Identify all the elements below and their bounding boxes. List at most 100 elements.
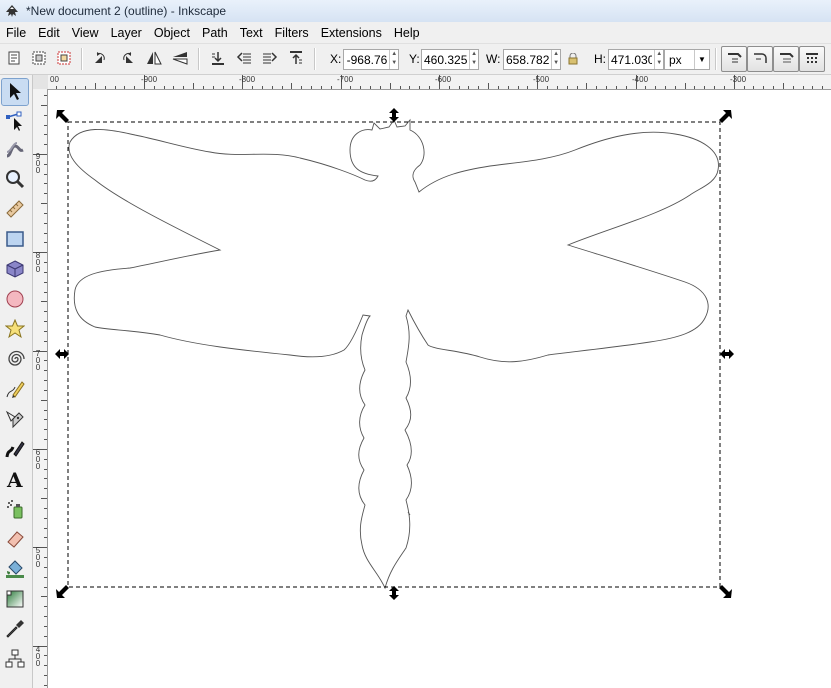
scale-rounded-corners-icon <box>752 51 768 68</box>
pencil-tool-icon <box>5 379 25 402</box>
3d-box-tool-icon <box>5 259 25 282</box>
move-gradients-toggle[interactable] <box>773 46 799 72</box>
handle-left <box>55 349 69 359</box>
w-input[interactable] <box>504 51 552 68</box>
dropper-tool[interactable] <box>2 617 28 643</box>
hruler-label-0: 00 <box>50 75 59 84</box>
x-spinbox[interactable]: ▲▼ <box>343 49 399 70</box>
select-all-button[interactable] <box>3 48 25 70</box>
spiral-tool[interactable] <box>2 347 28 373</box>
toolbox: A <box>0 75 33 688</box>
menu-layer[interactable]: Layer <box>105 26 148 40</box>
vertical-ruler[interactable]: 900 800 700 600 500 400 <box>33 89 48 688</box>
menu-help[interactable]: Help <box>388 26 426 40</box>
rectangle-tool-icon <box>5 229 25 252</box>
menu-text[interactable]: Text <box>234 26 269 40</box>
eraser-tool[interactable] <box>2 527 28 553</box>
title-bar: *New document 2 (outline) - Inkscape <box>0 0 831 23</box>
pen-tool[interactable] <box>2 407 28 433</box>
unit-value: px <box>669 52 682 67</box>
menu-object[interactable]: Object <box>148 26 196 40</box>
ellipse-tool-icon <box>5 289 25 312</box>
menu-file[interactable]: File <box>0 26 32 40</box>
y-label: Y: <box>409 52 420 66</box>
y-spinbox[interactable]: ▲▼ <box>421 49 479 70</box>
gradient-tool[interactable] <box>2 587 28 613</box>
horizontal-ruler[interactable]: 00 -900 -800 -700 -600 -500 -400 -300 <box>48 75 831 90</box>
vruler-label-5: 400 <box>35 645 41 668</box>
menu-view[interactable]: View <box>66 26 105 40</box>
measure-tool-icon <box>5 199 25 222</box>
rotate-cw-icon <box>118 50 136 69</box>
3d-box-tool[interactable] <box>2 257 28 283</box>
y-input[interactable] <box>422 51 470 68</box>
node-tool[interactable] <box>2 109 28 135</box>
x-spin-arrows[interactable]: ▲ ▼ <box>389 50 398 69</box>
rotate-ccw-button[interactable] <box>90 48 112 70</box>
w-spin-arrows[interactable]: ▲ ▼ <box>551 50 560 69</box>
node-tool-icon <box>5 111 25 134</box>
rotate-cw-button[interactable] <box>116 48 138 70</box>
svg-text:A: A <box>6 469 23 489</box>
vruler-label-1: 800 <box>35 251 41 274</box>
star-tool-icon <box>4 318 26 342</box>
ellipse-tool[interactable] <box>2 287 28 313</box>
scale-rounded-corners-toggle[interactable] <box>747 46 773 72</box>
dropper-tool-icon <box>5 619 25 642</box>
lower-to-bottom-button[interactable] <box>207 48 229 70</box>
canvas-svg <box>55 108 734 600</box>
zoom-tool[interactable] <box>2 167 28 193</box>
hruler-label-2: -800 <box>239 75 256 84</box>
h-spinbox[interactable]: ▲▼ <box>608 49 664 70</box>
y-spin-arrows[interactable]: ▲ ▼ <box>469 50 478 69</box>
calligraphy-tool-icon <box>5 439 25 462</box>
w-label: W: <box>486 52 501 66</box>
hruler-label-1: -900 <box>141 75 158 84</box>
menu-filters[interactable]: Filters <box>269 26 315 40</box>
raise-button[interactable] <box>259 48 281 70</box>
x-input[interactable] <box>344 51 390 68</box>
menu-edit[interactable]: Edit <box>32 26 66 40</box>
select-all-layers-button[interactable] <box>28 48 50 70</box>
rectangle-tool[interactable] <box>2 227 28 253</box>
raise-to-top-button[interactable] <box>285 48 307 70</box>
dragonfly-outline-path[interactable] <box>68 118 719 590</box>
handle-right <box>720 349 734 359</box>
calligraphy-tool[interactable] <box>2 437 28 463</box>
unit-select[interactable]: px ▼ <box>664 49 710 70</box>
h-spin-arrows[interactable]: ▲ ▼ <box>654 50 663 69</box>
star-tool[interactable] <box>2 317 28 343</box>
tool-controls-bar: X: ▲▼ Y: ▲▼ W: ▲▼ H: ▲▼ px ▼ <box>0 44 831 75</box>
selector-tool[interactable] <box>1 78 29 106</box>
text-tool[interactable]: A <box>2 467 28 493</box>
connector-tool[interactable] <box>2 647 28 673</box>
move-patterns-toggle[interactable] <box>799 46 825 72</box>
raise-icon <box>261 50 279 69</box>
pencil-tool[interactable] <box>2 377 28 403</box>
measure-tool[interactable] <box>2 197 28 223</box>
scale-stroke-toggle[interactable] <box>721 46 747 72</box>
drawing-canvas[interactable] <box>48 90 831 688</box>
menu-extensions[interactable]: Extensions <box>315 26 388 40</box>
h-input[interactable] <box>609 51 655 68</box>
menu-path[interactable]: Path <box>196 26 234 40</box>
vertical-ruler-ticks <box>33 95 47 686</box>
w-spinbox[interactable]: ▲▼ <box>503 49 561 70</box>
raise-to-top-icon <box>287 50 305 69</box>
lock-icon[interactable] <box>568 52 578 65</box>
tweak-tool[interactable] <box>2 138 28 164</box>
deselect-button[interactable] <box>53 48 75 70</box>
flip-vertical-button[interactable] <box>169 48 191 70</box>
lower-button[interactable] <box>233 48 255 70</box>
spiral-tool-icon <box>5 349 25 372</box>
handle-top-left <box>56 110 69 123</box>
flip-horizontal-icon <box>145 50 163 69</box>
paint-bucket-tool-icon <box>5 559 25 582</box>
spray-tool[interactable] <box>2 497 28 523</box>
flip-horizontal-button[interactable] <box>143 48 165 70</box>
vruler-label-4: 500 <box>35 546 41 569</box>
move-gradients-icon <box>778 51 794 68</box>
paint-bucket-tool[interactable] <box>2 557 28 583</box>
rotate-ccw-icon <box>92 50 110 69</box>
h-label: H: <box>594 52 606 66</box>
